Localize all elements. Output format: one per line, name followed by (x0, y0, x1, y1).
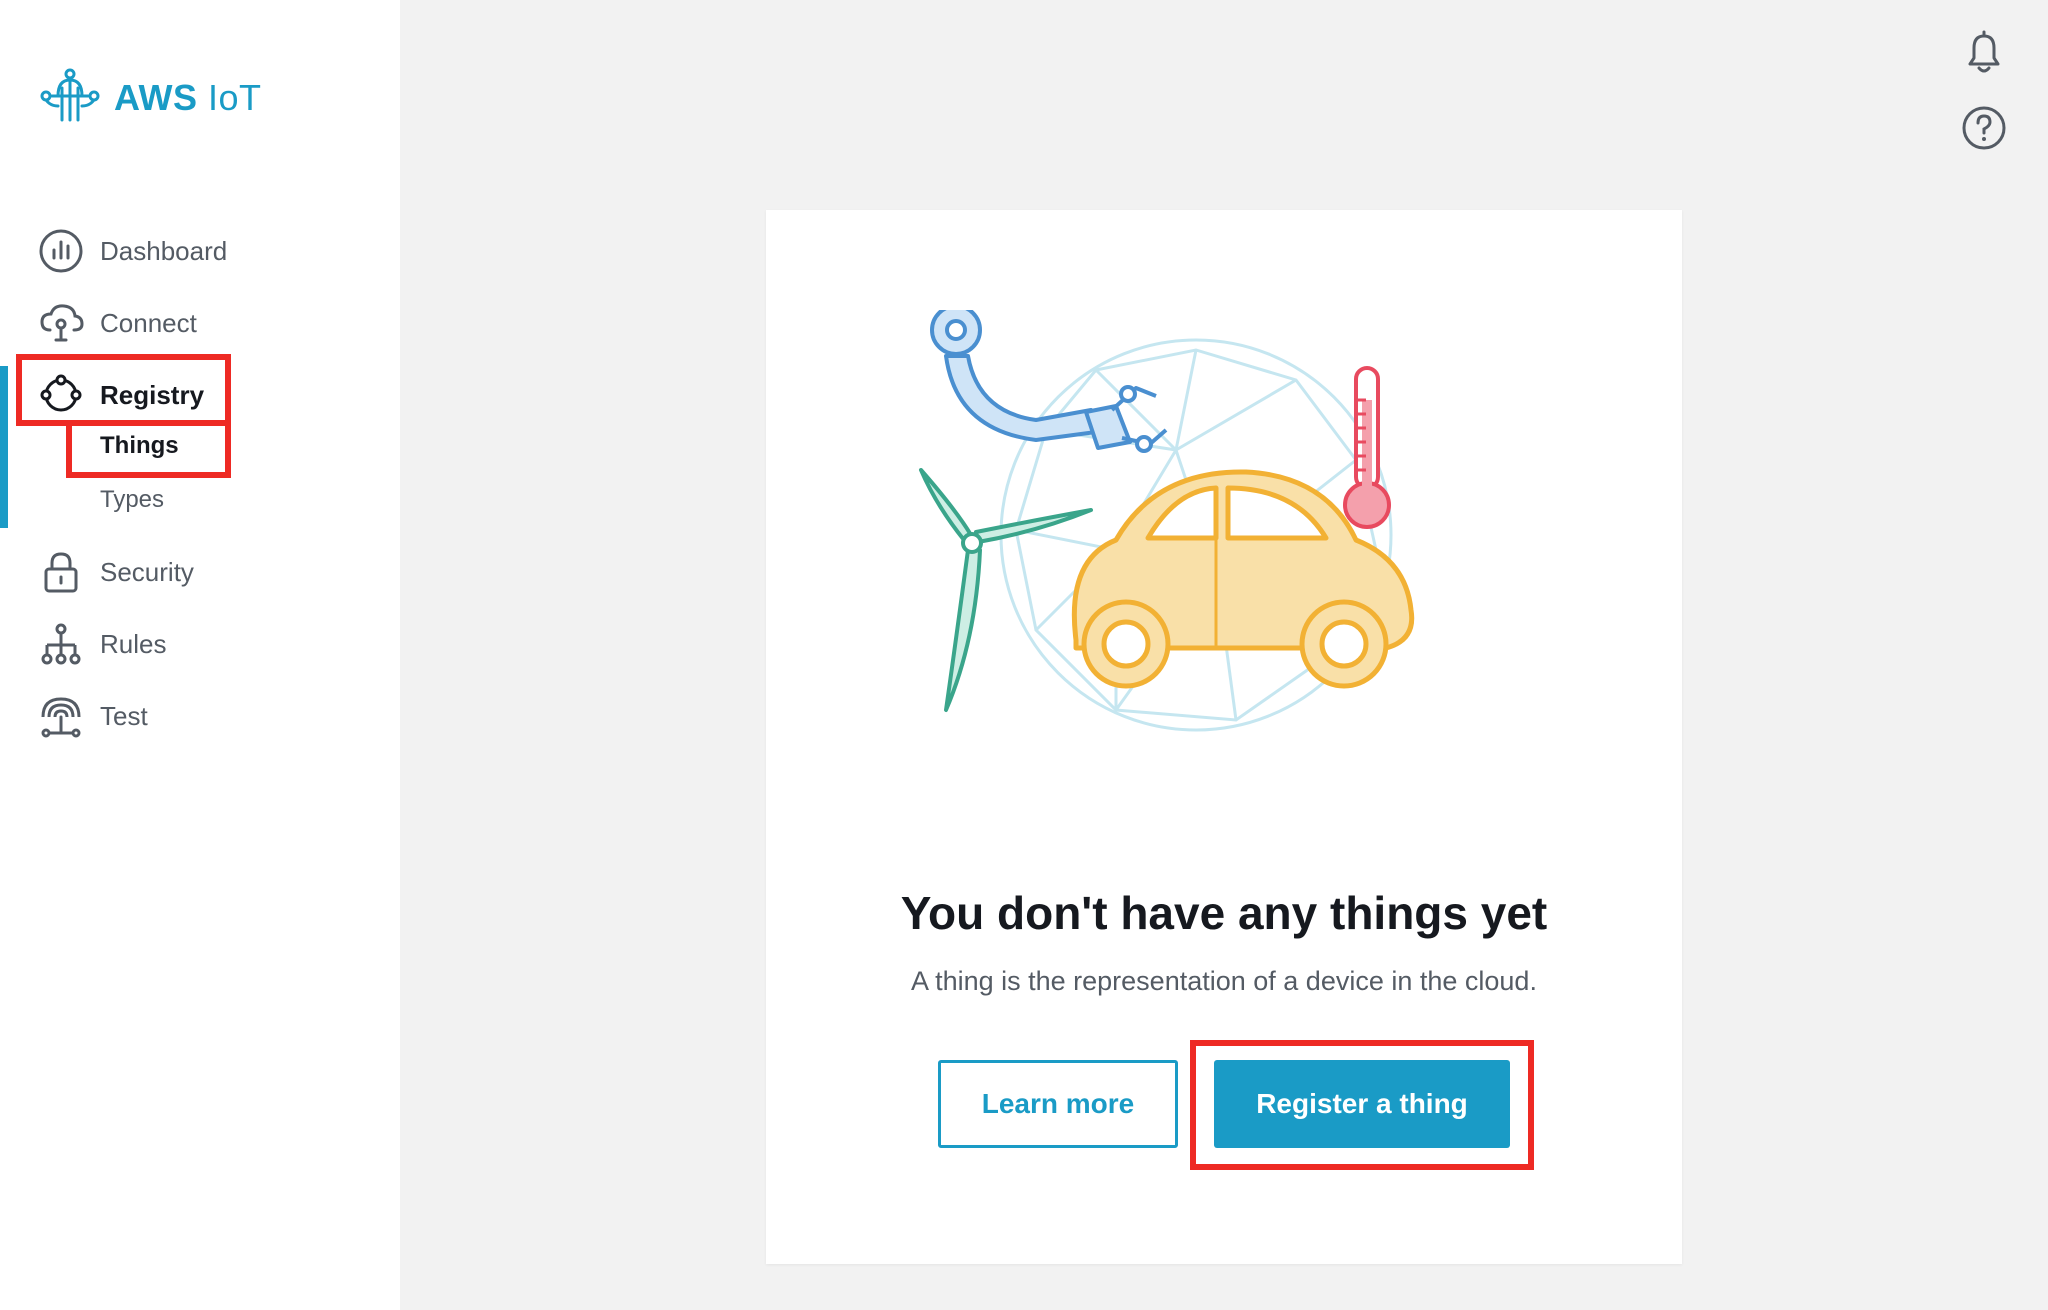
iot-devices-illustration (919, 310, 1415, 732)
sidebar-subitem-types[interactable]: Types (100, 486, 164, 514)
register-thing-button[interactable]: Register a thing (1214, 1060, 1510, 1148)
iot-brain-icon (40, 68, 100, 122)
signal-icon (41, 697, 81, 738)
help-icon[interactable] (1960, 104, 2008, 152)
sidebar-item-label: Test (100, 700, 148, 731)
hierarchy-icon (41, 623, 81, 665)
aws-iot-logo[interactable]: AWS IoT (38, 66, 262, 130)
brand-name: AWS IoT (114, 77, 262, 118)
empty-state-card: You don't have any things yet A thing is… (766, 210, 1682, 1264)
sidebar-item-label: Registry (100, 379, 205, 410)
sidebar-item-label: Connect (100, 307, 197, 338)
sidebar-item-registry[interactable]: Registry (38, 369, 204, 421)
bar-chart-icon (39, 229, 83, 273)
active-indicator (0, 366, 8, 528)
registry-icon (40, 374, 82, 412)
learn-more-button[interactable]: Learn more (938, 1060, 1178, 1148)
sidebar-item-label: Dashboard (100, 235, 228, 266)
sidebar: AWS IoT Dashboard Connect Registry Thing… (0, 0, 400, 1310)
sidebar-item-test[interactable]: Test (38, 690, 148, 742)
sidebar-item-connect[interactable]: Connect (38, 297, 197, 349)
sidebar-item-label: Rules (100, 628, 167, 659)
sidebar-item-security[interactable]: Security (38, 546, 194, 598)
bell-icon[interactable] (1960, 28, 2008, 76)
sidebar-subitem-things[interactable]: Things (100, 432, 179, 460)
sidebar-item-label: Security (100, 556, 194, 587)
sidebar-item-dashboard[interactable]: Dashboard (38, 225, 227, 277)
empty-state-title: You don't have any things yet (900, 887, 1548, 939)
sidebar-item-rules[interactable]: Rules (38, 618, 166, 670)
lock-icon (44, 552, 78, 593)
cloud-connect-icon (40, 304, 84, 342)
empty-state-description: A thing is the representation of a devic… (911, 966, 1537, 996)
